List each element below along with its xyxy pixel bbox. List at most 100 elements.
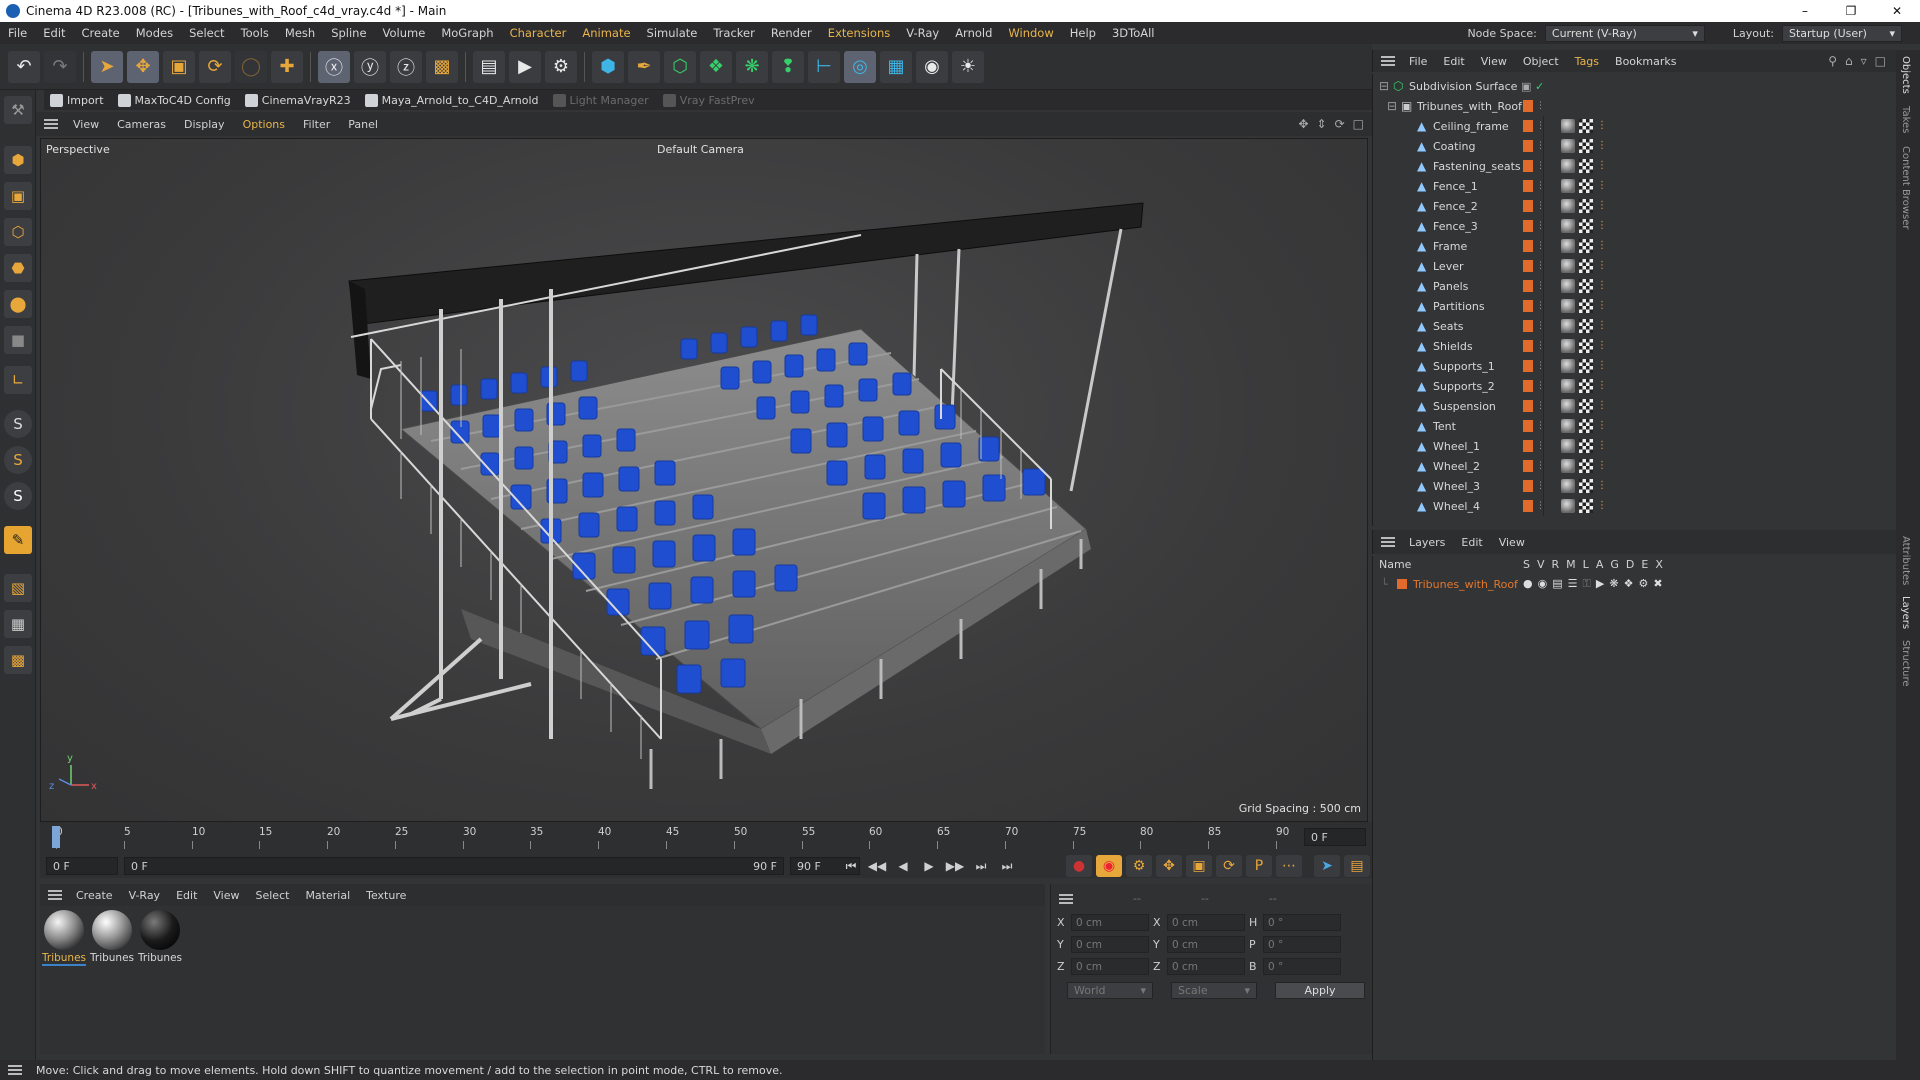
start-frame-field[interactable]: 0 F bbox=[46, 857, 118, 875]
layer-color-swatch[interactable] bbox=[1523, 260, 1533, 272]
dolly-view-icon[interactable]: ⇕ bbox=[1317, 117, 1327, 131]
enabled-check-icon[interactable]: ✓ bbox=[1535, 80, 1544, 93]
viewport-solo-icon[interactable]: ▧ bbox=[4, 574, 32, 602]
uvw-tag-icon[interactable]: ⋮ bbox=[1597, 439, 1607, 453]
uvw-tag-icon[interactable]: ⋮ bbox=[1597, 139, 1607, 153]
texture-mode-icon[interactable]: ▣ bbox=[4, 182, 32, 210]
object-row-root[interactable]: ⊟ ⬡ Subdivision Surface ▣ ✓ bbox=[1373, 76, 1897, 96]
object-row[interactable]: ▲ Wheel_1 ⋮ ⋮ bbox=[1373, 436, 1897, 456]
texture-tag-icon[interactable] bbox=[1579, 339, 1593, 353]
menu-simulate[interactable]: Simulate bbox=[639, 26, 706, 40]
layer-menu-view[interactable]: View bbox=[1491, 536, 1533, 549]
phong-tag-icon[interactable] bbox=[1561, 119, 1575, 133]
layer-color-swatch[interactable] bbox=[1523, 440, 1533, 452]
layer-color-swatch[interactable] bbox=[1523, 180, 1533, 192]
size-y-field[interactable]: 0 cm bbox=[1167, 936, 1245, 953]
position-key-icon[interactable]: ✥ bbox=[1156, 855, 1182, 877]
material-swatch[interactable]: Tribunes bbox=[90, 910, 134, 964]
phong-tag-icon[interactable] bbox=[1561, 419, 1575, 433]
point-level-key-icon[interactable]: ⋯ bbox=[1276, 855, 1302, 877]
phong-tag-icon[interactable] bbox=[1561, 319, 1575, 333]
move-tool-icon[interactable]: ✥ bbox=[127, 50, 159, 83]
layer-color-swatch[interactable] bbox=[1523, 460, 1533, 472]
autokey-icon[interactable]: ◉ bbox=[1096, 855, 1122, 877]
uvw-tag-icon[interactable]: ⋮ bbox=[1597, 359, 1607, 373]
texture-tag-icon[interactable] bbox=[1579, 319, 1593, 333]
uv-mode-icon[interactable]: ■ bbox=[4, 326, 32, 354]
locked-workplane-icon[interactable]: ▩ bbox=[4, 646, 32, 674]
menu-create[interactable]: Create bbox=[74, 26, 128, 40]
layer-color-swatch[interactable] bbox=[1523, 340, 1533, 352]
uvw-tag-icon[interactable]: ⋮ bbox=[1597, 259, 1607, 273]
timeline-ruler[interactable]: 051015202530354045505560657075808590 0 F bbox=[40, 822, 1372, 854]
motion-system-icon[interactable]: ➤ bbox=[1314, 855, 1340, 877]
object-row[interactable]: ▲ Fence_3 ⋮ ⋮ bbox=[1373, 216, 1897, 236]
lock-icon[interactable]: ⚿ bbox=[1583, 577, 1591, 591]
tab-attributes[interactable]: Attributes bbox=[1900, 536, 1911, 585]
texture-tag-icon[interactable] bbox=[1579, 259, 1593, 273]
solo-icon[interactable]: ● bbox=[1523, 577, 1533, 591]
material-swatch[interactable]: Tribunes bbox=[42, 910, 86, 966]
object-row[interactable]: ▲ Shields ⋮ ⋮ bbox=[1373, 336, 1897, 356]
manager-icon[interactable]: ☰ bbox=[1568, 577, 1578, 591]
object-row[interactable]: ▲ Wheel_2 ⋮ ⋮ bbox=[1373, 456, 1897, 476]
menu-window[interactable]: Window bbox=[1000, 26, 1061, 40]
maya-arnold-button[interactable]: Maya_Arnold_to_C4D_Arnold bbox=[363, 93, 545, 107]
menu-spline[interactable]: Spline bbox=[323, 26, 374, 40]
texture-tag-icon[interactable] bbox=[1579, 459, 1593, 473]
uvw-tag-icon[interactable]: ⋮ bbox=[1597, 159, 1607, 173]
phong-tag-icon[interactable] bbox=[1561, 359, 1575, 373]
vray-fastprev-button[interactable]: Vray FastPrev bbox=[661, 93, 761, 107]
render-view-icon[interactable]: ▶ bbox=[509, 50, 541, 83]
material-menu-material[interactable]: Material bbox=[297, 889, 358, 902]
object-row[interactable]: ▲ Lever ⋮ ⋮ bbox=[1373, 256, 1897, 276]
3d-viewport[interactable]: Perspective Default Camera y x z Grid Sp… bbox=[40, 138, 1368, 822]
camera-icon[interactable]: ◉ bbox=[916, 50, 948, 83]
texture-tag-icon[interactable] bbox=[1579, 279, 1593, 293]
search-icon[interactable]: ⚲ bbox=[1828, 54, 1837, 68]
tab-takes[interactable]: Takes bbox=[1900, 106, 1911, 133]
expressions-icon[interactable]: ⚙ bbox=[1638, 577, 1648, 591]
undo-icon[interactable]: ↶ bbox=[8, 50, 40, 83]
texture-tag-icon[interactable] bbox=[1579, 359, 1593, 373]
phong-tag-icon[interactable] bbox=[1561, 199, 1575, 213]
rotation-key-icon[interactable]: ⟳ bbox=[1216, 855, 1242, 877]
object-row[interactable]: ▲ Supports_2 ⋮ ⋮ bbox=[1373, 376, 1897, 396]
phong-tag-icon[interactable] bbox=[1561, 139, 1575, 153]
layer-menu-edit[interactable]: Edit bbox=[1453, 536, 1490, 549]
field-icon[interactable]: ◎ bbox=[844, 50, 876, 83]
menu-volume[interactable]: Volume bbox=[375, 26, 434, 40]
tab-structure[interactable]: Structure bbox=[1900, 640, 1911, 687]
layer-color-swatch[interactable] bbox=[1523, 500, 1533, 512]
layer-color-swatch[interactable] bbox=[1523, 380, 1533, 392]
rotation-p-field[interactable]: 0 ° bbox=[1263, 936, 1341, 953]
object-menu-view[interactable]: View bbox=[1473, 55, 1515, 68]
phong-tag-icon[interactable] bbox=[1561, 239, 1575, 253]
rotation-h-field[interactable]: 0 ° bbox=[1263, 914, 1341, 931]
texture-tag-icon[interactable] bbox=[1579, 159, 1593, 173]
transform-tool-icon[interactable]: ✚ bbox=[271, 50, 303, 83]
uvw-tag-icon[interactable]: ⋮ bbox=[1597, 319, 1607, 333]
menu-edit[interactable]: Edit bbox=[35, 26, 73, 40]
menu-animate[interactable]: Animate bbox=[574, 26, 638, 40]
generators-icon[interactable]: ❋ bbox=[1609, 577, 1618, 591]
preview-range-slider[interactable]: 0 F 90 F bbox=[124, 857, 784, 875]
texture-tag-icon[interactable] bbox=[1579, 479, 1593, 493]
layout-dropdown[interactable]: Startup (User) ▾ bbox=[1782, 24, 1902, 42]
collapse-icon[interactable]: ⊟ bbox=[1387, 99, 1399, 113]
layer-color-swatch[interactable] bbox=[1523, 240, 1533, 252]
phong-tag-icon[interactable] bbox=[1561, 259, 1575, 273]
object-menu-edit[interactable]: Edit bbox=[1435, 55, 1472, 68]
grid-icon[interactable]: ▦ bbox=[4, 610, 32, 638]
quantize-icon[interactable]: S bbox=[4, 482, 32, 510]
layer-row[interactable]: └ Tribunes_with_Roof ● ◉ ▤ ☰ ⚿ ▶ ❋ ❖ ⚙ ✖ bbox=[1373, 574, 1897, 594]
object-row[interactable]: ▲ Panels ⋮ ⋮ bbox=[1373, 276, 1897, 296]
menu-tracker[interactable]: Tracker bbox=[705, 26, 763, 40]
menu-help[interactable]: Help bbox=[1062, 26, 1104, 40]
pen-spline-icon[interactable]: ✒ bbox=[628, 50, 660, 83]
playhead[interactable] bbox=[52, 826, 60, 848]
last-tool-icon[interactable]: ◯ bbox=[235, 50, 267, 83]
menu-extensions[interactable]: Extensions bbox=[820, 26, 898, 40]
rotate-tool-icon[interactable]: ⟳ bbox=[199, 50, 231, 83]
menu-tools[interactable]: Tools bbox=[233, 26, 277, 40]
